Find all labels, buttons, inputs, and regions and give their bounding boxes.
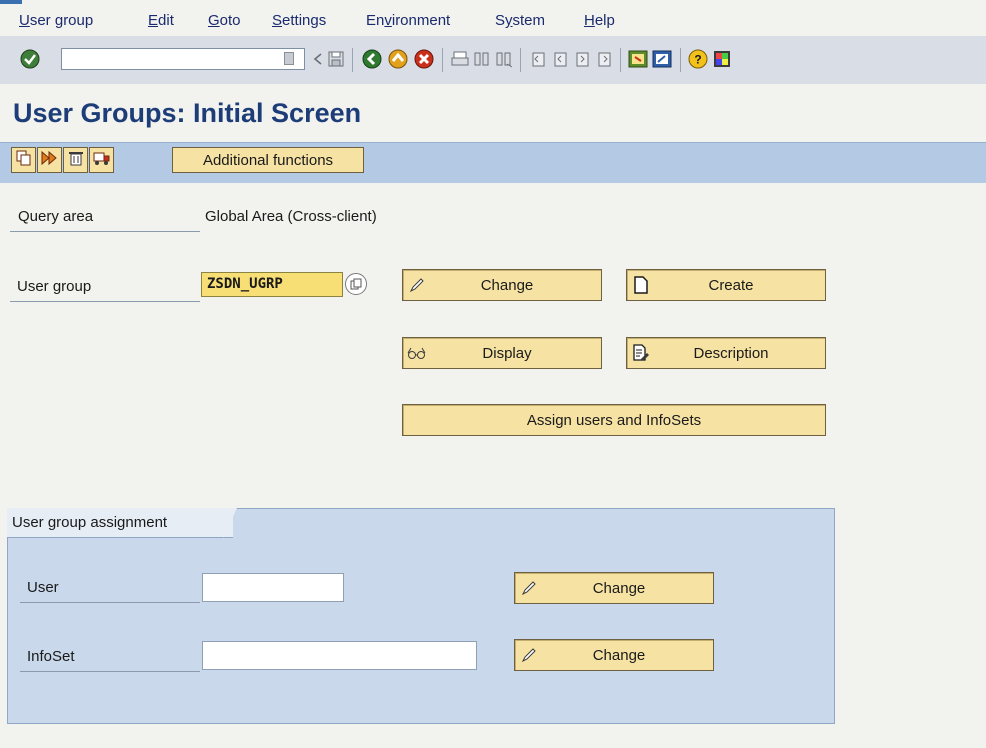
delete-icon bbox=[68, 150, 84, 170]
menu-edit[interactable]: Edit bbox=[148, 12, 174, 29]
description-button[interactable]: Description bbox=[626, 337, 826, 369]
user-label: User bbox=[27, 579, 59, 596]
toolbar-separator bbox=[352, 48, 353, 72]
previous-page-icon[interactable] bbox=[550, 49, 570, 69]
page-title: User Groups: Initial Screen bbox=[13, 98, 362, 128]
layout-menu-icon[interactable] bbox=[712, 49, 732, 69]
window-corner-marker bbox=[0, 0, 22, 4]
execute-icon bbox=[41, 150, 59, 170]
label-underline bbox=[10, 301, 200, 302]
infoset-input[interactable] bbox=[202, 641, 477, 670]
user-input[interactable] bbox=[202, 573, 344, 602]
toolbar-separator bbox=[520, 48, 521, 72]
find-next-icon[interactable] bbox=[494, 49, 514, 69]
document-edit-icon bbox=[627, 344, 655, 362]
copy-icon bbox=[16, 150, 32, 170]
change-infoset-button[interactable]: Change bbox=[514, 639, 714, 671]
display-button-label: Display bbox=[482, 344, 532, 362]
find-icon[interactable] bbox=[472, 49, 492, 69]
display-button[interactable]: Display bbox=[402, 337, 602, 369]
command-history-button[interactable] bbox=[284, 52, 294, 65]
user-group-assignment-frame bbox=[7, 508, 835, 724]
cancel-icon[interactable] bbox=[414, 49, 434, 69]
query-area-label: Query area bbox=[18, 208, 94, 225]
label-underline bbox=[20, 602, 200, 603]
pencil-icon bbox=[515, 646, 543, 664]
transport-icon bbox=[93, 150, 111, 170]
user-group-input[interactable]: ZSDN_UGRP bbox=[201, 272, 343, 297]
menu-goto[interactable]: Goto bbox=[208, 12, 241, 29]
transport-button[interactable] bbox=[89, 147, 114, 173]
exit-icon[interactable] bbox=[388, 49, 408, 69]
description-button-label: Description bbox=[693, 344, 769, 362]
glasses-icon bbox=[403, 345, 431, 361]
command-field[interactable] bbox=[61, 48, 305, 70]
toolbar-separator bbox=[620, 48, 621, 72]
change-user-button[interactable]: Change bbox=[514, 572, 714, 604]
blank-document-icon bbox=[627, 276, 655, 294]
frame-title: User group assignment bbox=[12, 514, 168, 531]
help-icon[interactable]: ? bbox=[688, 49, 708, 69]
application-toolbar bbox=[0, 142, 986, 183]
change-button-label: Change bbox=[480, 276, 534, 294]
menu-settings[interactable]: Settings bbox=[272, 12, 326, 29]
pencil-icon bbox=[515, 579, 543, 597]
menu-environment[interactable]: Environment bbox=[366, 12, 450, 29]
pencil-icon bbox=[403, 276, 431, 294]
toolbar-separator bbox=[680, 48, 681, 72]
print-icon[interactable] bbox=[450, 49, 470, 69]
change-user-button-label: Change bbox=[592, 579, 646, 597]
menu-user-group[interactable]: User group bbox=[19, 12, 93, 29]
execute-button[interactable] bbox=[37, 147, 62, 173]
next-page-icon[interactable] bbox=[572, 49, 592, 69]
query-area-value: Global Area (Cross-client) bbox=[205, 208, 377, 225]
frame-title-tab-edge bbox=[223, 508, 237, 538]
shortcut-icon[interactable] bbox=[652, 49, 672, 69]
assign-users-infosets-button[interactable]: Assign users and InfoSets bbox=[402, 404, 826, 436]
toolbar-separator bbox=[442, 48, 443, 72]
create-session-icon[interactable] bbox=[628, 49, 648, 69]
back-nav-icon[interactable] bbox=[308, 49, 328, 69]
last-page-icon[interactable] bbox=[594, 49, 614, 69]
label-underline bbox=[20, 671, 200, 672]
menu-help[interactable]: Help bbox=[584, 12, 615, 29]
value-help-icon[interactable] bbox=[345, 273, 367, 295]
create-button[interactable]: Create bbox=[626, 269, 826, 301]
label-underline bbox=[10, 231, 200, 232]
copy-button[interactable] bbox=[11, 147, 36, 173]
back-icon[interactable] bbox=[362, 49, 382, 69]
user-group-label: User group bbox=[17, 278, 92, 295]
change-infoset-button-label: Change bbox=[592, 646, 646, 664]
change-button[interactable]: Change bbox=[402, 269, 602, 301]
infoset-label: InfoSet bbox=[27, 648, 75, 665]
menu-system[interactable]: System bbox=[495, 12, 545, 29]
delete-button[interactable] bbox=[63, 147, 88, 173]
first-page-icon[interactable] bbox=[528, 49, 548, 69]
enter-icon[interactable] bbox=[20, 49, 40, 69]
save-icon[interactable] bbox=[326, 49, 346, 69]
create-button-label: Create bbox=[708, 276, 754, 294]
additional-functions-button[interactable]: Additional functions bbox=[172, 147, 364, 173]
svg-text:?: ? bbox=[694, 53, 701, 67]
